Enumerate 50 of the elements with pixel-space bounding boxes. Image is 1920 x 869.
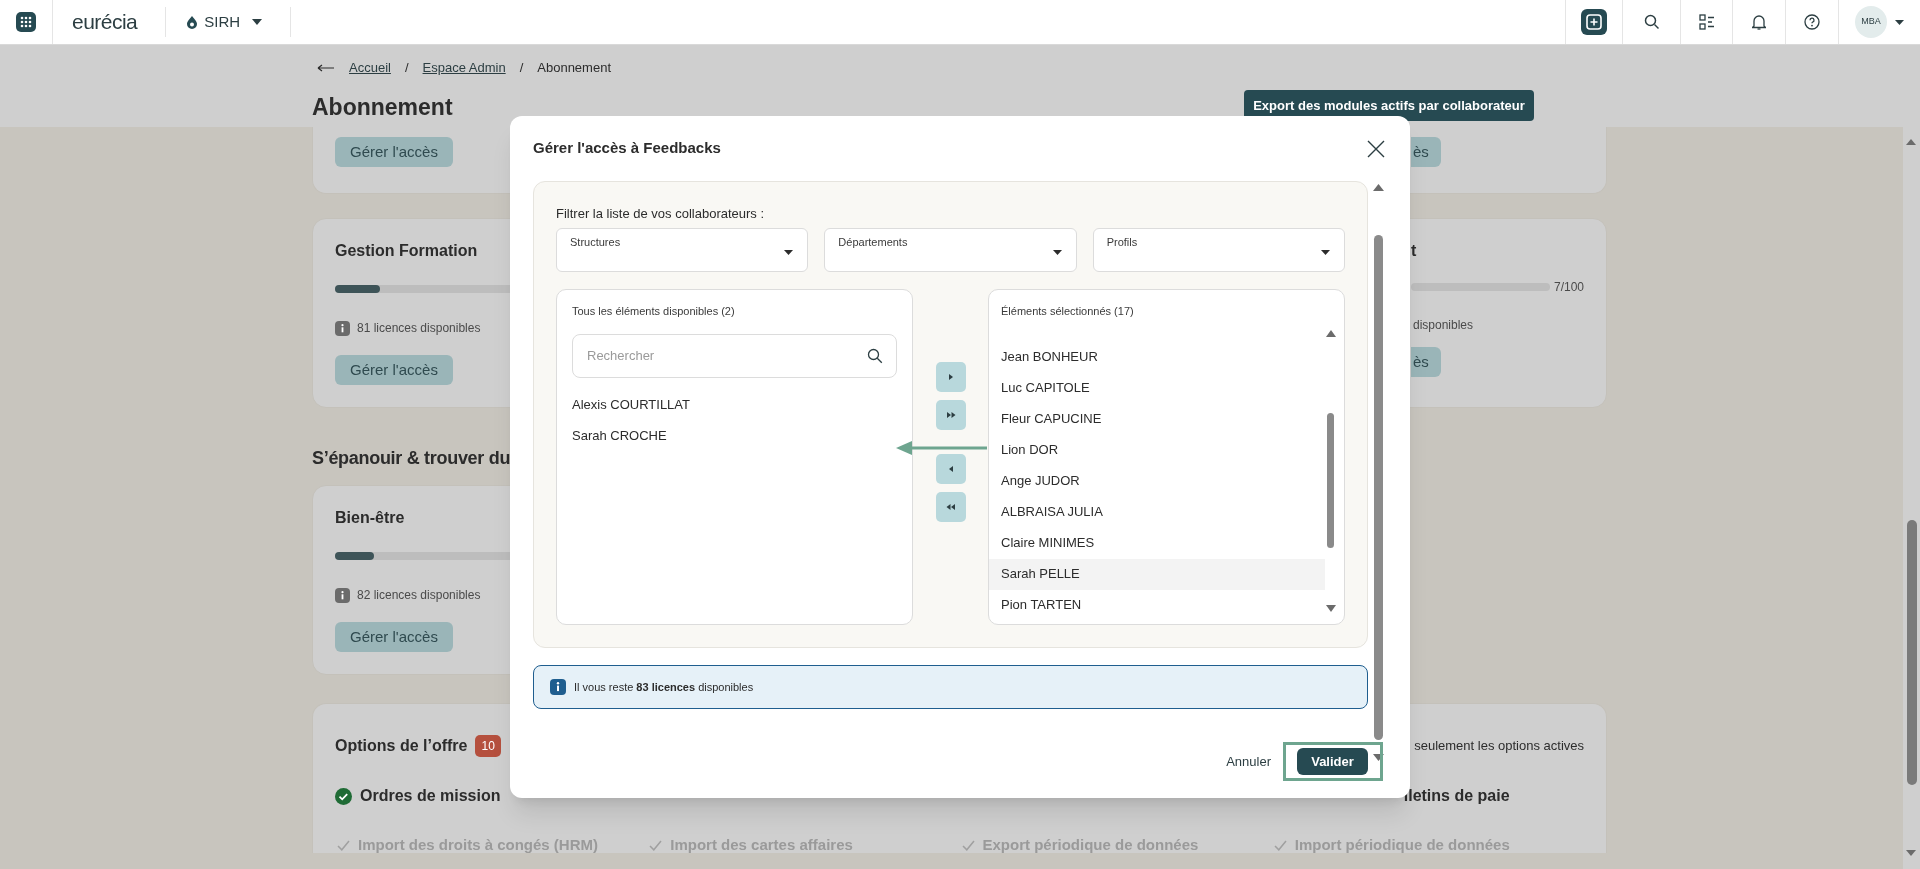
list-item[interactable]: Lion DOR xyxy=(989,434,1325,466)
list-item[interactable]: Sarah PELLE xyxy=(989,558,1325,590)
option-label: lletins de paie xyxy=(1403,787,1510,804)
module-selector[interactable]: SIRH xyxy=(180,6,269,38)
search-field[interactable]: Rechercher xyxy=(572,333,897,378)
option-label: Ordres de mission xyxy=(360,786,501,806)
page-title: Abonnement xyxy=(312,93,453,122)
confirm-button[interactable]: Valider xyxy=(1297,748,1368,775)
breadcrumb-link[interactable]: Espace Admin xyxy=(422,58,506,78)
breadcrumb-separator: / xyxy=(519,59,524,77)
dialog-title: Gérer l'accès à Feedbacks xyxy=(533,138,721,159)
license-count: 82 licences disponibles xyxy=(357,587,481,604)
list-item[interactable]: Alexis COURTILLAT xyxy=(557,389,912,421)
count-badge: 10 xyxy=(475,735,501,757)
list-item[interactable]: Fleur CAPUCINE xyxy=(989,403,1325,435)
breadcrumb-link[interactable]: Accueil xyxy=(349,58,391,78)
list-title: Tous les éléments disponibles (2) xyxy=(572,304,735,319)
list-item[interactable]: Luc CAPITOLE xyxy=(989,372,1325,404)
toggle-label: seulement les options actives xyxy=(1414,737,1584,756)
breadcrumb-current: Abonnement xyxy=(537,59,611,77)
avatar: MBA xyxy=(1855,6,1887,38)
license-reading: 7/100 xyxy=(1553,279,1584,296)
manage-access-button[interactable]: ès xyxy=(1411,347,1441,377)
section-heading: S’épanouir & trouver du xyxy=(312,447,511,470)
filter-label: Filtrer la liste de vos collaborateurs : xyxy=(556,205,765,220)
manage-access-button[interactable]: Gérer l'accès xyxy=(335,137,453,167)
options-title: Options de l’offre xyxy=(335,736,468,756)
license-count: disponibles xyxy=(1413,318,1474,332)
manage-access-button[interactable]: Gérer l'accès xyxy=(335,355,453,385)
list-item[interactable]: Sarah CROCHE xyxy=(557,420,912,452)
filter-dropdown[interactable]: Structures xyxy=(556,228,809,272)
cancel-button[interactable]: Annuler xyxy=(1226,748,1271,775)
list-item[interactable]: ALBRAISA JULIA xyxy=(989,496,1325,528)
card-title: Bien-être xyxy=(335,508,405,528)
list-item[interactable]: Ange JUDOR xyxy=(989,465,1325,497)
list-title: Éléments sélectionnés (17) xyxy=(1001,304,1134,319)
manage-access-button[interactable]: Gérer l'accès xyxy=(335,622,453,652)
manage-access-button[interactable]: ès xyxy=(1411,137,1441,167)
license-count: 81 licences disponibles xyxy=(357,320,481,337)
list-item[interactable]: Jean BONHEUR xyxy=(989,341,1325,373)
account-menu[interactable]: MBA xyxy=(1838,0,1920,44)
info-text: Il vous reste 83 licences disponibles xyxy=(574,679,754,695)
filter-dropdown[interactable]: Départements xyxy=(824,228,1077,272)
card-title: t xyxy=(1411,242,1417,259)
filter-dropdown[interactable]: Profils xyxy=(1092,228,1345,272)
card-title: Gestion Formation xyxy=(335,241,478,261)
list-item[interactable]: Claire MINIMES xyxy=(989,527,1325,559)
logo-text: eurécia xyxy=(72,9,138,36)
breadcrumb-separator: / xyxy=(404,59,409,77)
list-item[interactable]: Pion TARTEN xyxy=(989,589,1325,621)
